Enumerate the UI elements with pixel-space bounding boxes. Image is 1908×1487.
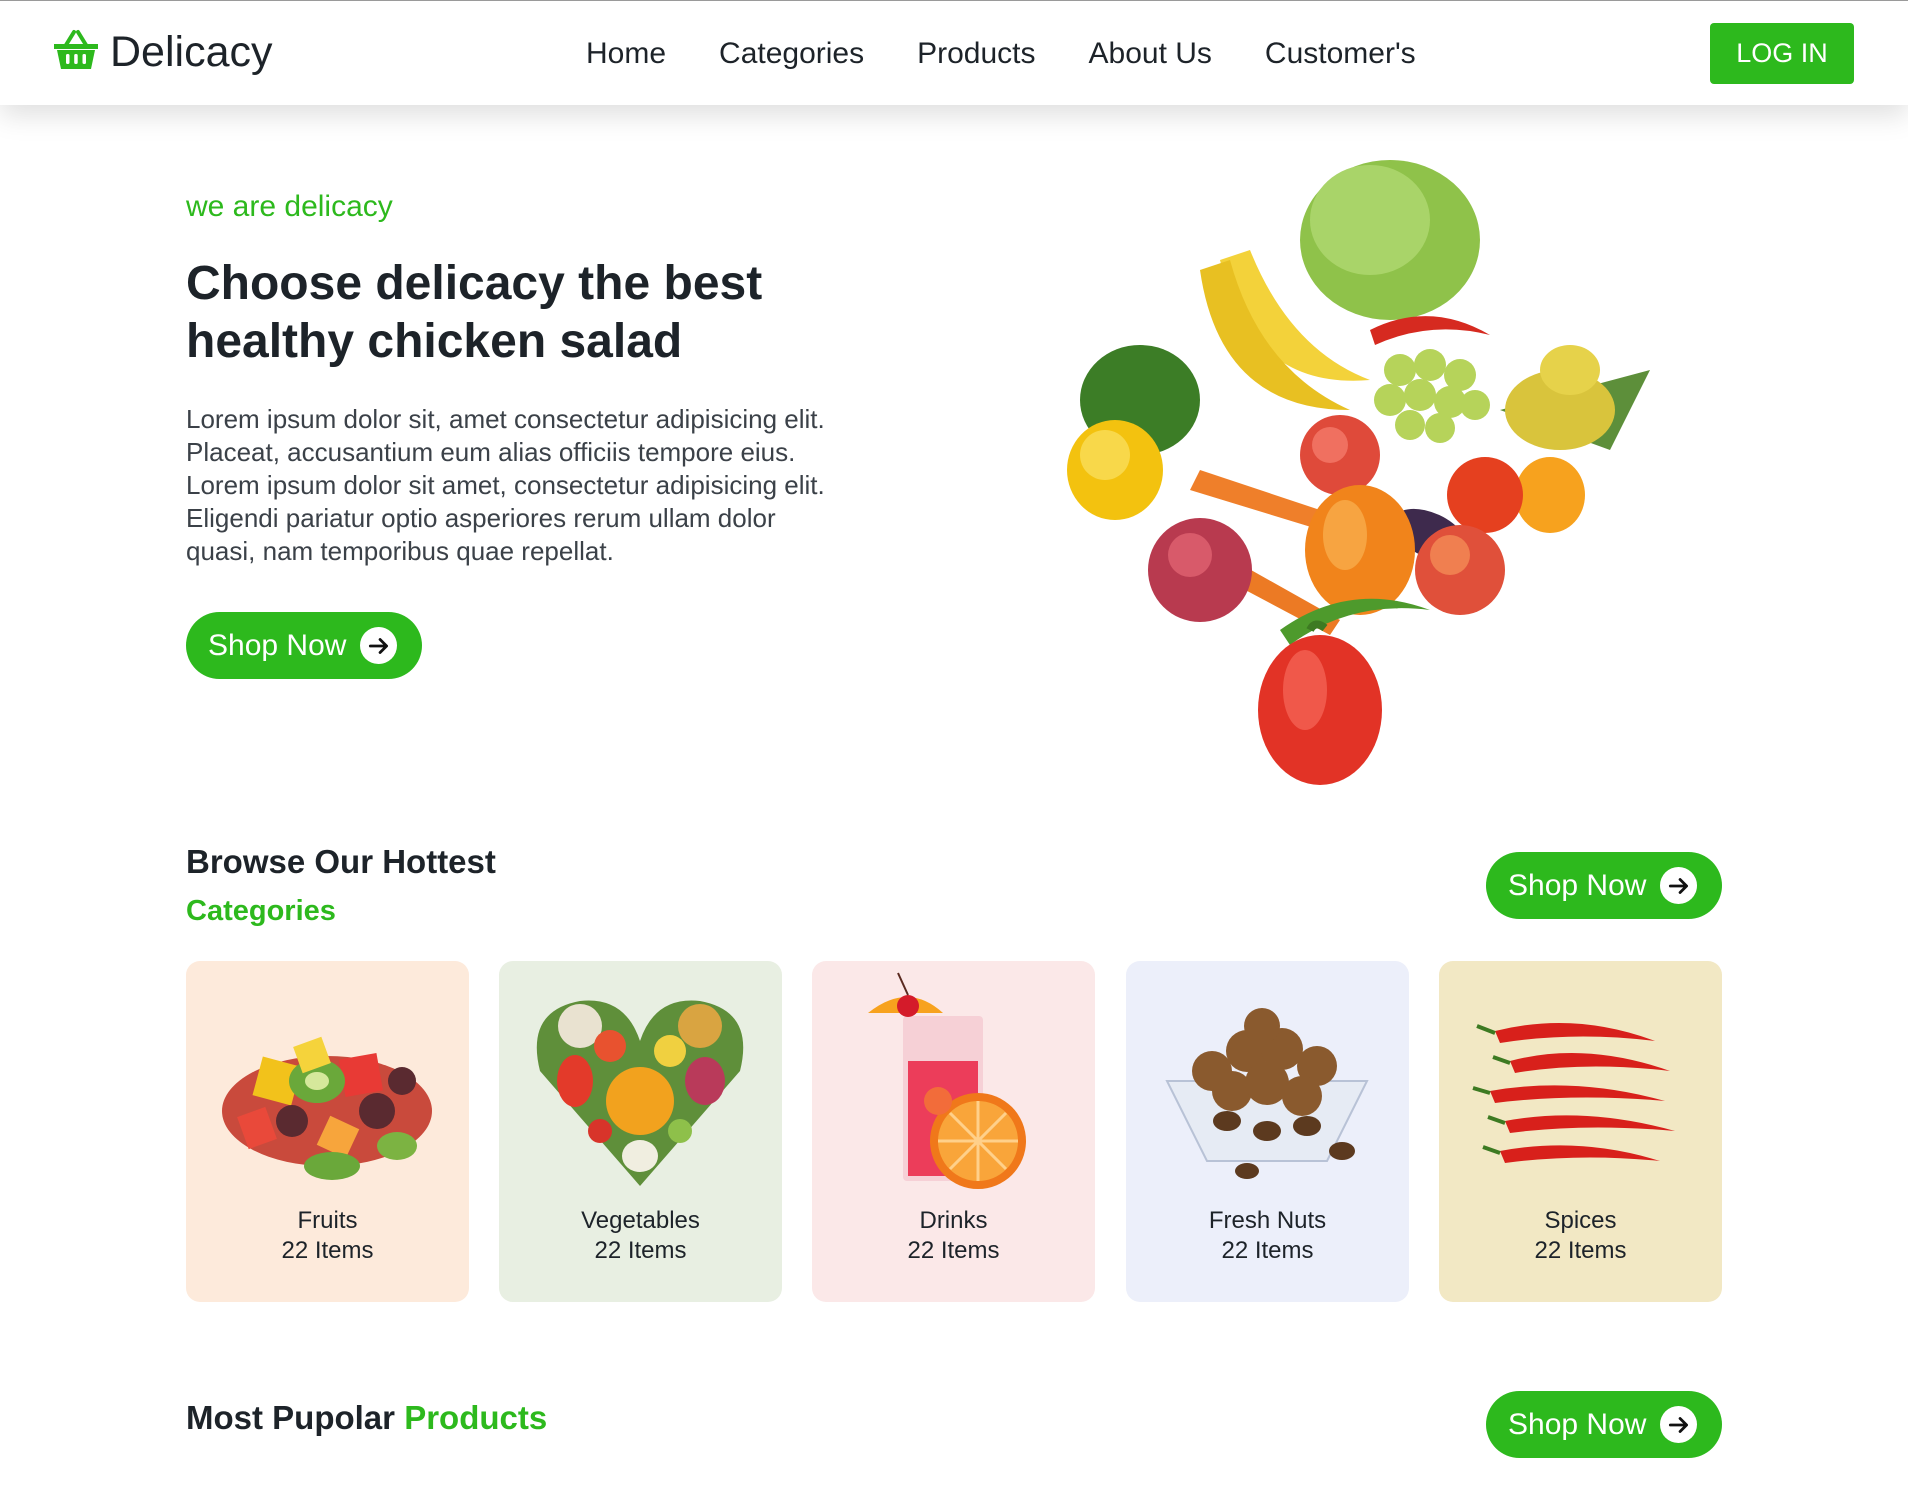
hero-description-line: Placeat, accusantium eum alias officiis … [186,437,796,467]
login-button[interactable]: LOG IN [1710,23,1854,84]
hero-description-line: quasi, nam temporibus quae repellat. [186,536,614,566]
navbar: Delicacy Home Categories Products About … [0,0,1908,105]
shop-now-label: Shop Now [1508,1407,1647,1441]
arrow-right-icon [360,627,398,664]
hero-title-line-2: healthy chicken salad [186,315,683,368]
vegetables-pile-image [1050,150,1710,800]
category-count: 22 Items [594,1237,687,1264]
arrow-right-icon [1660,1406,1698,1443]
arrow-right-icon [1660,867,1698,904]
brand-name: Delicacy [110,28,273,76]
category-count: 22 Items [907,1237,1000,1264]
category-count: 22 Items [1221,1237,1314,1264]
nav-home[interactable]: Home [586,37,666,71]
hero-description-line: Lorem ipsum dolor sit amet, consectetur … [186,470,825,500]
category-name: Spices [1544,1207,1617,1234]
category-card-spices[interactable]: Spices 22 Items [1439,961,1722,1302]
nav-about-us[interactable]: About Us [1089,37,1212,71]
vegetable-heart-image [536,1000,744,1186]
hero-title: Choose delicacy the best healthy chicken… [186,255,886,371]
main-nav: Home Categories Products About Us Custom… [586,37,1469,71]
products-title-part-2: Products [404,1399,548,1436]
hero-eyebrow: we are delicacy [186,190,393,223]
category-card-drinks[interactable]: Drinks 22 Items [812,961,1095,1302]
hero-shop-now-button[interactable]: Shop Now [186,612,422,679]
nav-categories[interactable]: Categories [719,37,864,71]
category-name: Vegetables [581,1207,700,1234]
products-title-part-1: Most Pupolar [186,1399,396,1436]
shop-now-label: Shop Now [1508,868,1647,902]
brand-logo[interactable]: Delicacy [52,28,273,77]
categories-shop-now-button[interactable]: Shop Now [1486,852,1722,919]
categories-section-subtitle: Categories [186,895,336,927]
shop-now-label: Shop Now [208,628,347,662]
nav-products[interactable]: Products [917,37,1035,71]
nut-bowl-image [1165,1008,1369,1179]
hero-title-line-1: Choose delicacy the best [186,257,763,310]
juice-glass-image [868,972,1026,1189]
hero-description-line: Eligendi pariatur optio asperiores rerum… [186,503,776,533]
categories-section-title: Browse Our Hottest [186,843,496,880]
category-card-fruits[interactable]: Fruits 22 Items [186,961,469,1302]
category-card-vegetables[interactable]: Vegetables 22 Items [499,961,782,1302]
category-count: 22 Items [1534,1237,1627,1264]
category-name: Drinks [919,1207,988,1234]
category-name: Fruits [297,1207,358,1234]
chili-peppers-image [1472,1023,1675,1163]
hero-description: Lorem ipsum dolor sit, amet consectetur … [186,403,886,568]
nav-customers[interactable]: Customer's [1265,37,1416,71]
products-section-title: Most Pupolar Products [186,1399,547,1437]
category-card-fresh-nuts[interactable]: Fresh Nuts 22 Items [1126,961,1409,1302]
category-name: Fresh Nuts [1208,1207,1327,1234]
hero-description-line: Lorem ipsum dolor sit, amet consectetur … [186,404,825,434]
category-count: 22 Items [281,1237,374,1264]
fruit-salad-image [222,1036,432,1180]
products-shop-now-button[interactable]: Shop Now [1486,1391,1722,1458]
basket-icon [52,28,100,77]
